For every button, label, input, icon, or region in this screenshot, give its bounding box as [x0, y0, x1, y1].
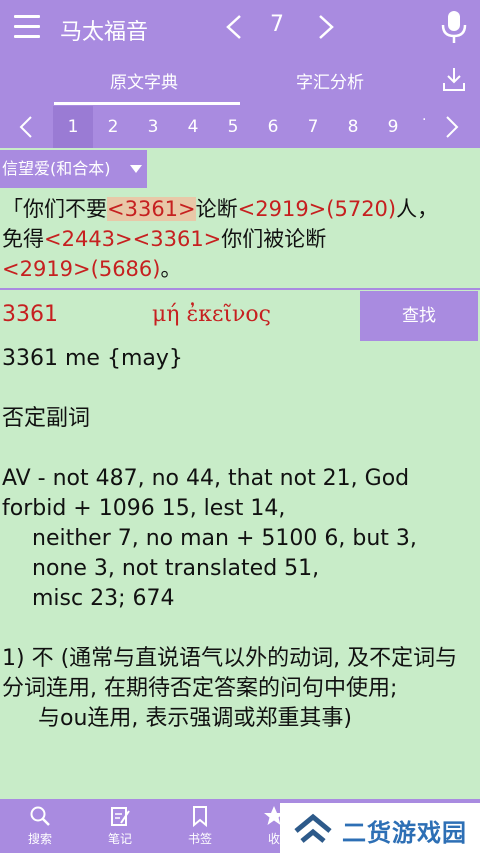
bookmark-icon [193, 806, 207, 827]
entry-line: 3361 me {may} [2, 346, 183, 371]
morphology-code-5720[interactable]: (5720) [326, 197, 396, 221]
strong-reference-2443[interactable]: <2443> [44, 227, 133, 251]
chapter-number[interactable]: 7 [270, 12, 284, 37]
active-tab-indicator [54, 102, 240, 105]
entry-line: AV - not 487, no 44, that not 21, God fo… [2, 466, 410, 521]
strong-number: 3361 [2, 302, 58, 327]
nav-bookmarks[interactable]: 书签 [170, 805, 230, 847]
watermark-logo-icon [294, 813, 332, 843]
watermark-text: 二货游戏园 [342, 819, 467, 847]
book-title[interactable]: 马太福音 [60, 14, 148, 46]
previous-chapter-icon[interactable] [224, 14, 244, 40]
search-icon [30, 806, 50, 826]
note-icon [111, 807, 130, 826]
entry-line: 否定副词 [2, 406, 91, 431]
version-dropdown[interactable]: 信望爱(和合本) [0, 150, 147, 188]
watermark: 二货游戏园 [280, 803, 480, 853]
morphology-code-5686[interactable]: (5686) [91, 257, 161, 281]
entry-line: misc 23; 674 [32, 586, 175, 611]
tab-original-dictionary[interactable]: 原文字典 [110, 68, 178, 93]
nav-search[interactable]: 搜索 [10, 805, 70, 847]
strong-reference-2919b[interactable]: <2919> [2, 257, 91, 281]
verse-text: 「你们不要<3361>论断<2919>(5720)人， 免得<2443><3361… [2, 197, 439, 281]
entry-line: 与ou连用, 表示强调或郑重其事) [38, 706, 352, 731]
nav-notes[interactable]: 笔记 [90, 805, 150, 847]
strong-reference-3361[interactable]: <3361> [107, 197, 196, 221]
verse-number-7[interactable]: 7 [293, 106, 333, 148]
verse-selector: 1 2 3 4 5 6 7 8 9 · [0, 106, 480, 148]
previous-verse-icon[interactable] [18, 115, 34, 139]
verse-number-8[interactable]: 8 [333, 106, 373, 148]
entry-line: 1) 不 (通常与直说语气以外的动词, 及不定词与分词连用, 在期待否定答案的问… [2, 646, 458, 701]
dictionary-entry: 3361 me {may} 否定副词 AV - not 487, no 44, … [0, 344, 480, 734]
verse-number-9[interactable]: 9 [373, 106, 413, 148]
find-button[interactable]: 查找 [360, 291, 478, 341]
verse-number-3[interactable]: 3 [133, 106, 173, 148]
verse-number-4[interactable]: 4 [173, 106, 213, 148]
tab-word-analysis[interactable]: 字汇分析 [296, 68, 364, 93]
title-row: 马太福音 7 [0, 0, 480, 56]
next-verse-icon[interactable] [444, 115, 460, 139]
greek-word: μή ἐκεῖνος [152, 302, 271, 327]
strong-reference-2919[interactable]: <2919> [238, 197, 327, 221]
menu-icon[interactable] [14, 15, 40, 39]
entry-line: neither 7, no man + 5100 6, but 3, none … [32, 526, 417, 581]
top-bar: 马太福音 7 原文字典 字汇分析 1 2 3 4 5 6 7 8 9 · [0, 0, 480, 148]
verse-number-2[interactable]: 2 [93, 106, 133, 148]
microphone-icon[interactable] [440, 10, 468, 44]
next-chapter-icon[interactable] [316, 14, 336, 40]
download-icon[interactable] [442, 66, 466, 92]
verse-number-1[interactable]: 1 [53, 106, 93, 148]
verse-number-5[interactable]: 5 [213, 106, 253, 148]
verse-number-6[interactable]: 6 [253, 106, 293, 148]
chevron-down-icon[interactable] [130, 165, 142, 173]
strong-reference-3361b[interactable]: <3361> [133, 227, 222, 251]
tab-row: 原文字典 字汇分析 [0, 56, 480, 106]
section-divider [0, 288, 480, 290]
scroll-dot: · [422, 112, 427, 128]
